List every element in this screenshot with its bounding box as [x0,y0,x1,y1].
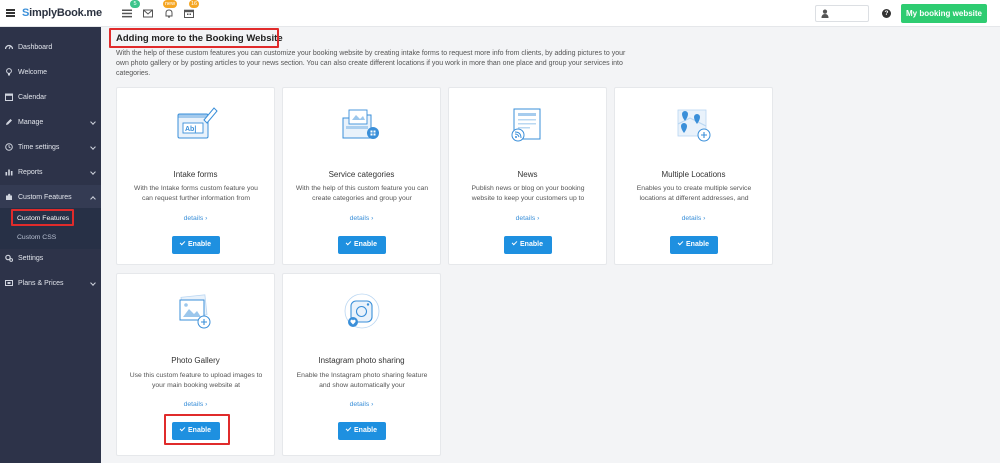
dashboard-icon [4,43,14,51]
instagram-icon [338,292,386,332]
card-description: With the help of this custom feature you… [295,185,429,202]
hamburger-menu-icon[interactable] [6,9,15,17]
details-link[interactable]: details › [117,215,274,222]
sidebar-item-manage[interactable]: Manage [0,110,101,135]
card-title: Photo Gallery [171,356,220,365]
card-description: With the Intake forms custom feature you… [134,185,258,202]
gears-icon [5,254,14,262]
help-icon[interactable]: ? [882,9,891,18]
puzzle-icon [5,193,13,201]
highlight-box [109,28,279,48]
card-description: Use this custom feature to upload images… [129,372,263,389]
card-title: Instagram photo sharing [318,356,405,365]
chevron-down-icon [90,119,96,125]
details-link[interactable]: details › [283,215,440,222]
sidebar-item-time-settings[interactable]: Time settings [0,135,101,160]
news-icon [504,104,552,144]
sidebar-item-custom-features[interactable]: Custom Features [0,185,101,210]
chevron-right-icon: › [537,215,540,222]
user-dropdown[interactable] [815,5,869,22]
check-icon [179,239,186,246]
card-description: Enable the Instagram photo sharing featu… [296,372,428,389]
feature-card-multiple-locations: Multiple Locations Enables you to create… [614,87,773,265]
app-logo[interactable]: SimplyBook.me [22,7,102,19]
map-pin-icon [670,104,718,144]
sidebar-subitem-custom-css[interactable]: Custom CSS [17,234,56,241]
enable-button[interactable]: Enable [503,236,552,254]
clock-icon [5,143,13,151]
notification-badge: 16 [189,0,200,8]
details-link[interactable]: details › [449,215,606,222]
chevron-right-icon: › [205,215,208,222]
card-title: Intake forms [173,170,218,179]
chevron-right-icon: › [371,215,374,222]
feature-card-service-categories: Service categories With the help of this… [282,87,441,265]
card-title: Multiple Locations [661,170,726,179]
card-title: News [517,170,538,179]
chevron-up-icon [90,196,96,202]
enable-button[interactable]: Enable [171,236,220,254]
chevron-right-icon: › [371,401,374,408]
chevron-down-icon [90,144,96,150]
bulb-icon [5,68,13,76]
highlight-box [164,414,230,445]
user-icon [821,9,829,18]
sidebar-item-plans-prices[interactable]: Plans & Prices [0,271,101,296]
my-booking-website-button[interactable]: My booking website [901,4,987,23]
service-categories-icon [338,104,386,144]
feature-card-intake-forms: Ab| Intake forms With the Intake forms c… [116,87,275,265]
card-title: Service categories [328,170,395,179]
sidebar-item-welcome[interactable]: Welcome [0,60,101,85]
notification-badge: 5 [130,0,140,8]
card-description: Publish news or blog on your booking web… [471,185,585,202]
card-description: Enables you to create multiple service l… [636,185,752,202]
sidebar: Dashboard Welcome Calendar Manage Time s… [0,27,101,463]
details-link[interactable]: details › [117,401,274,408]
top-bar: SimplyBook.me 5 new 16 ? My booking webs… [0,0,1000,27]
list-icon[interactable] [122,9,132,18]
calendar-icon[interactable] [184,9,194,19]
intro-text: With the help of these custom features y… [116,50,626,77]
bell-icon[interactable] [164,9,174,18]
chevron-right-icon: › [205,401,208,408]
check-icon [677,239,684,246]
chevron-down-icon [90,169,96,175]
check-icon [511,239,518,246]
sidebar-item-reports[interactable]: Reports [0,160,101,185]
notification-badge: new [163,0,178,8]
photo-gallery-icon [172,292,220,332]
details-link[interactable]: details › [615,215,772,222]
sidebar-item-calendar[interactable]: Calendar [0,85,101,110]
plans-icon [5,279,13,287]
bar-chart-icon [5,168,13,176]
highlight-box [11,209,74,226]
sidebar-item-settings[interactable]: Settings [0,246,101,271]
feature-card-news: News Publish news or blog on your bookin… [448,87,607,265]
chevron-down-icon [90,280,96,286]
mail-icon[interactable] [143,9,153,18]
enable-button[interactable]: Enable [337,236,386,254]
enable-button[interactable]: Enable [337,422,386,440]
check-icon [345,425,352,432]
chevron-right-icon: › [703,215,706,222]
svg-text:Ab|: Ab| [185,126,196,133]
check-icon [345,239,352,246]
enable-button[interactable]: Enable [669,236,718,254]
calendar-icon [5,93,13,101]
pencil-icon [5,118,13,126]
sidebar-item-dashboard[interactable]: Dashboard [0,35,101,60]
details-link[interactable]: details › [283,401,440,408]
feature-card-instagram: Instagram photo sharing Enable the Insta… [282,273,441,456]
intake-forms-icon: Ab| [172,104,220,144]
